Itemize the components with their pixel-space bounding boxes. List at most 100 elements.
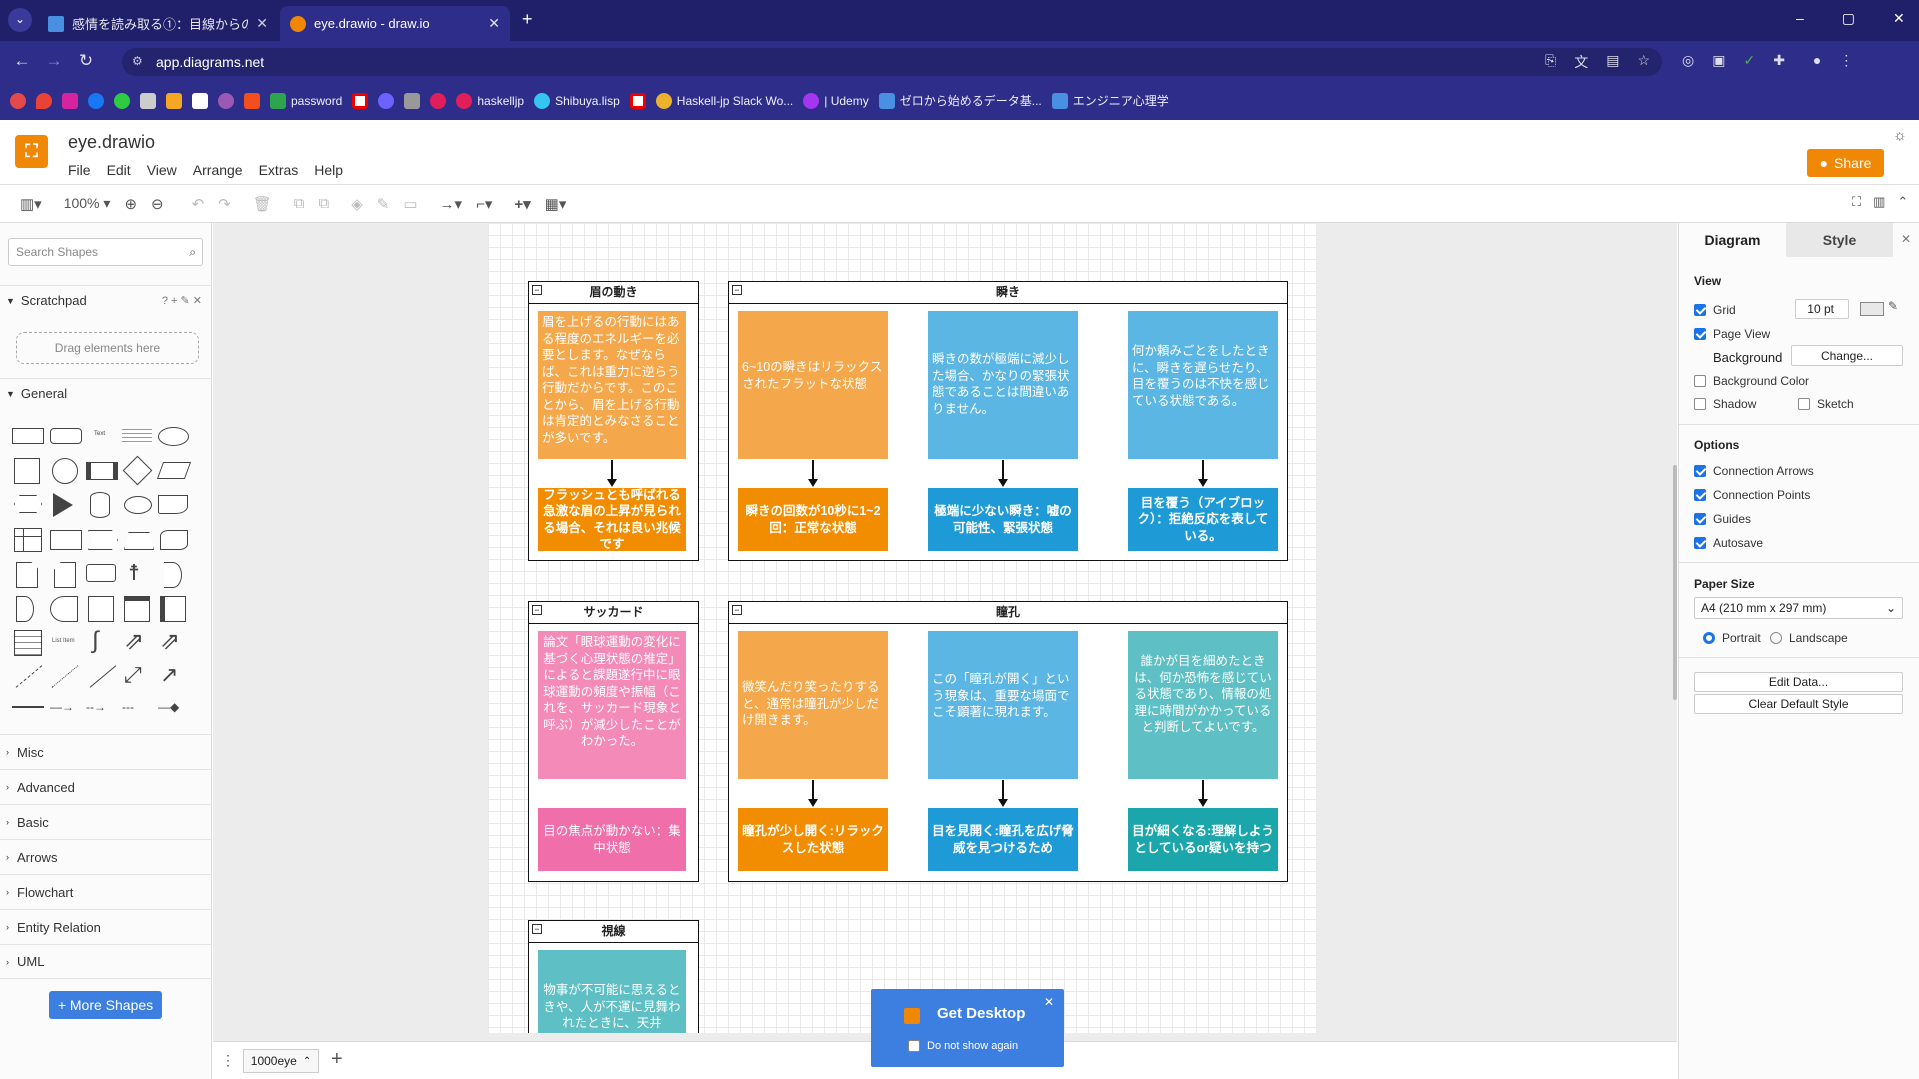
hexagon-shape-icon[interactable] [14,495,42,513]
theme-sun-icon[interactable]: ☼ [1893,127,1907,144]
reading-mode-icon[interactable]: ▤ [1606,52,1619,72]
collapse-icon[interactable]: − [532,285,542,295]
grid-color-swatch[interactable] [1860,302,1884,316]
circle-shape-icon[interactable] [52,458,78,484]
flow-arrow[interactable] [998,460,1008,487]
triangle-shape-icon[interactable] [53,493,73,517]
close-panel-icon[interactable]: ✕ [1901,232,1911,246]
menu-extras[interactable]: Extras [259,162,299,178]
edit-data-button[interactable]: Edit Data... [1694,672,1903,692]
close-window-button[interactable]: ✕ [1893,10,1905,27]
flow-arrow[interactable] [808,780,818,807]
grid-checkbox[interactable]: Grid [1694,303,1736,317]
card-saccade-result[interactable]: 目の焦点が動かない：集中状態 [538,808,686,871]
link-shape-icon[interactable] [12,706,44,708]
rectangle-shape-icon[interactable] [12,428,44,444]
p-bookmark-icon[interactable] [192,92,208,109]
forward-icon[interactable]: → [38,51,70,71]
group-title[interactable]: サッカード [529,602,698,624]
redo-icon[interactable]: ↷ [218,195,231,213]
format-panel-toggle-icon[interactable]: ▥▾ [20,195,42,213]
delete-icon[interactable]: 🗑 [253,195,272,213]
bookmark-haskelljp[interactable]: haskelljp [456,92,524,109]
add-page-button[interactable]: + [331,1048,343,1071]
association-connector-shape-icon[interactable]: —◆ [158,700,179,714]
card-eyebrow-description[interactable]: 眉を上げるの行動にはある程度のエネルギーを必要とします。なぜならば、これは重力に… [538,311,686,459]
monitor-bookmark-icon[interactable] [404,92,421,109]
green-bookmark-icon[interactable] [114,92,130,109]
bidirectional-arrow-shape-icon[interactable]: ⇗ [124,627,144,656]
menu-arrange[interactable]: Arrange [193,162,243,178]
card-eyebrow-result[interactable]: フラッシュとも呼ばれる急激な眉の上昇が見られる場合、それは良い兆候です [538,488,686,551]
canvas-scrollbar[interactable] [1673,465,1677,700]
callout-shape-icon[interactable] [86,564,116,582]
figma-bookmark-icon[interactable] [244,92,260,109]
card-pupil-narrow[interactable]: 誰かが目を細めたときは、何か恐怖を感じている状態であり、情報の処理に時間がかかっ… [1128,631,1278,779]
maximize-button[interactable]: ▢ [1842,10,1855,27]
close-tab-icon[interactable]: ✕ [488,15,500,32]
back-icon[interactable]: ← [6,51,38,71]
flow-arrow[interactable] [607,460,617,487]
card-gaze-description[interactable]: 物事が不可能に思えるときや、人が不運に見舞われたときに、天井 [538,950,686,1033]
container-shape-icon[interactable] [88,596,114,622]
section-arrows[interactable]: › Arrows [0,839,212,874]
actor-shape-icon[interactable]: ☨ [128,560,140,586]
section-flowchart[interactable]: › Flowchart [0,874,212,909]
dashed-line-shape-icon[interactable] [15,665,43,688]
internal-storage-shape-icon[interactable] [14,528,42,552]
translate-icon[interactable]: 文 [1574,52,1588,72]
collapse-icon[interactable]: − [732,285,742,295]
group-title[interactable]: 瞳孔 [729,602,1287,624]
pages-menu-icon[interactable]: ⋮ [221,1052,235,1069]
tape-shape-icon[interactable] [160,530,188,550]
bookmark-star-icon[interactable]: ☆ [1637,52,1650,72]
flow-arrow[interactable] [1198,780,1208,807]
bookmark-engineer-psychology[interactable]: エンジニア心理学 [1051,92,1169,109]
connection-points-checkbox[interactable]: Connection Points [1694,488,1810,502]
delay-shape-icon[interactable] [16,596,34,622]
group-gaze[interactable]: 視線 − 物事が不可能に思えるときや、人が不運に見舞われたときに、天井 [528,920,699,1033]
card-pupil-narrow-result[interactable]: 目が細くなる:理解しようとしているor疑いを持つ [1128,808,1278,871]
to-front-icon[interactable]: ⧉ [294,195,305,212]
display-shape-icon[interactable] [50,596,78,622]
dotted-line-shape-icon[interactable] [51,665,79,688]
r-bookmark-icon[interactable] [352,92,369,109]
bookmark-icon[interactable] [10,92,26,109]
arrow-shape-icon[interactable]: ⇗ [160,627,180,656]
waypoints-icon[interactable]: ⌐▾ [476,195,492,213]
flow-arrow[interactable] [1198,460,1208,487]
table-icon[interactable]: ▦▾ [545,195,567,213]
extensions-puzzle-icon[interactable]: ✚ [1773,52,1785,72]
zoom-out-icon[interactable]: ⊖ [151,195,164,213]
pencil-icon[interactable]: ✎ [1888,299,1898,313]
textbox-shape-icon[interactable] [122,426,152,444]
shadow-icon[interactable]: ▭ [403,195,417,213]
bookmark-shibuya-lisp[interactable]: Shibuya.lisp [534,92,620,109]
bookmark-haskell-slack[interactable]: Haskell-jp Slack Wo... [655,92,793,109]
tab-article[interactable]: 感情を読み取る①：目線からの情 ✕ [38,6,278,41]
menu-view[interactable]: View [147,162,177,178]
page-tab[interactable]: 1000eye ⌃ [243,1049,319,1073]
card-saccade-description[interactable]: 論文「眼球運動の変化に基づく心理状態の推定」によると課題遂行中に眼球運動の頻度や… [538,631,686,779]
section-uml[interactable]: › UML [0,944,212,979]
tab-diagram[interactable]: Diagram [1679,223,1786,257]
guides-checkbox[interactable]: Guides [1694,512,1751,526]
new-tab-button[interactable]: + [522,9,533,30]
grid-size-input[interactable]: 10 pt [1795,299,1849,319]
clear-default-style-button[interactable]: Clear Default Style [1694,694,1903,714]
collapse-icon[interactable]: − [532,924,542,934]
swimlane-shape-icon[interactable] [124,596,150,622]
card-blink-reduced-result[interactable]: 極端に少ない瞬き：嘘の可能性、緊張状態 [928,488,1078,551]
collapse-icon[interactable]: ⌃ [1897,194,1908,210]
parallelogram-shape-icon[interactable] [156,462,192,479]
chat-extension-icon[interactable]: ◎ [1682,52,1694,72]
diamond-shape-icon[interactable] [122,455,153,486]
r-bookmark-icon[interactable] [629,92,646,109]
tab-drawio[interactable]: eye.drawio - draw.io ✕ [280,6,510,41]
reload-icon[interactable]: ↻ [70,51,102,71]
card-blink-normal-result[interactable]: 瞬きの回数が10秒に1~2回：正常な状態 [738,488,888,551]
card-pupil-dilate-result[interactable]: 目を見開く:瞳孔を広げ脅威を見つけるため [928,808,1078,871]
extension-icon[interactable]: ▣ [1712,52,1725,72]
group-title[interactable]: 瞬き [729,282,1287,304]
instagram-bookmark-icon[interactable] [62,92,78,109]
